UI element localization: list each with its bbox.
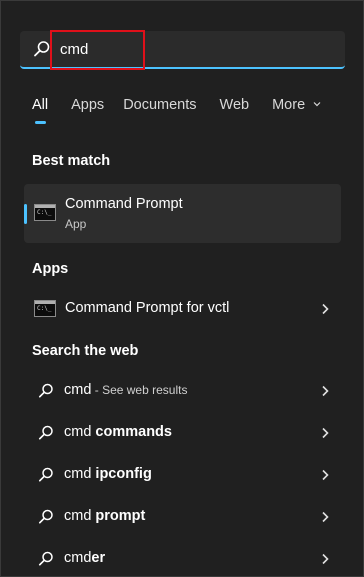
web-result-item[interactable]: cmd commands (24, 413, 341, 453)
tab-apps-label: Apps (71, 97, 105, 113)
selection-indicator (24, 204, 27, 224)
web-result-prefix: cmd (64, 508, 96, 524)
best-match-subtitle: App (65, 217, 87, 231)
web-result-suffix: - See web results (91, 383, 188, 397)
tab-more-label: More (272, 97, 306, 113)
web-result-prefix: cmd (64, 382, 92, 398)
command-prompt-icon: C:\_ (34, 204, 56, 221)
chevron-right-icon[interactable] (321, 385, 329, 397)
search-icon (38, 425, 53, 440)
command-prompt-icon: C:\_ (34, 300, 56, 317)
chevron-right-icon[interactable] (321, 303, 329, 315)
web-result-label: cmd - See web results (64, 382, 187, 398)
search-icon (38, 467, 53, 482)
web-result-item[interactable]: cmd - See web results (24, 371, 341, 411)
chevron-down-icon (313, 102, 321, 107)
apps-heading: Apps (32, 261, 69, 277)
tab-apps[interactable]: Apps (71, 97, 104, 123)
chevron-right-icon[interactable] (321, 427, 329, 439)
search-panel: All Apps Documents Web More Best match C… (0, 0, 364, 577)
web-result-label: cmd commands (64, 424, 172, 440)
filter-tabs: All Apps Documents Web More (32, 97, 321, 124)
web-result-item[interactable]: cmder (24, 539, 341, 576)
search-icon (38, 551, 53, 566)
search-web-heading: Search the web (32, 343, 139, 359)
web-result-bold: prompt (95, 508, 146, 524)
best-match-item[interactable]: C:\_ Command Prompt App (24, 184, 341, 243)
web-result-item[interactable]: cmd prompt (24, 497, 341, 537)
chevron-right-icon[interactable] (321, 469, 329, 481)
search-icon (34, 41, 50, 57)
tab-web-label: Web (219, 97, 250, 113)
chevron-right-icon[interactable] (321, 553, 329, 565)
annotation-highlight-box (50, 30, 145, 70)
tab-all[interactable]: All (32, 97, 49, 124)
web-result-prefix: cmd (64, 466, 96, 482)
app-item-label: Command Prompt for vctl (65, 300, 230, 316)
app-item-command-prompt-vctl[interactable]: C:\_ Command Prompt for vctl (24, 289, 341, 329)
web-result-prefix: cmd (64, 424, 96, 440)
web-result-bold: commands (95, 424, 172, 440)
web-result-label: cmder (64, 550, 105, 566)
tab-documents[interactable]: Documents (123, 97, 196, 123)
tab-documents-label: Documents (123, 97, 197, 113)
best-match-heading: Best match (32, 153, 111, 169)
web-result-prefix: cmd (64, 550, 92, 566)
tab-more[interactable]: More (272, 97, 321, 123)
best-match-title: Command Prompt (65, 196, 183, 212)
web-result-label: cmd prompt (64, 508, 145, 524)
web-result-item[interactable]: cmd ipconfig (24, 455, 341, 495)
search-icon (38, 383, 53, 398)
web-result-bold: er (91, 550, 106, 566)
tab-all-label: All (32, 97, 49, 113)
active-tab-indicator (35, 121, 46, 124)
chevron-right-icon[interactable] (321, 511, 329, 523)
tab-web[interactable]: Web (220, 97, 250, 123)
search-icon (38, 509, 53, 524)
web-result-label: cmd ipconfig (64, 466, 152, 482)
web-result-bold: ipconfig (95, 466, 152, 482)
